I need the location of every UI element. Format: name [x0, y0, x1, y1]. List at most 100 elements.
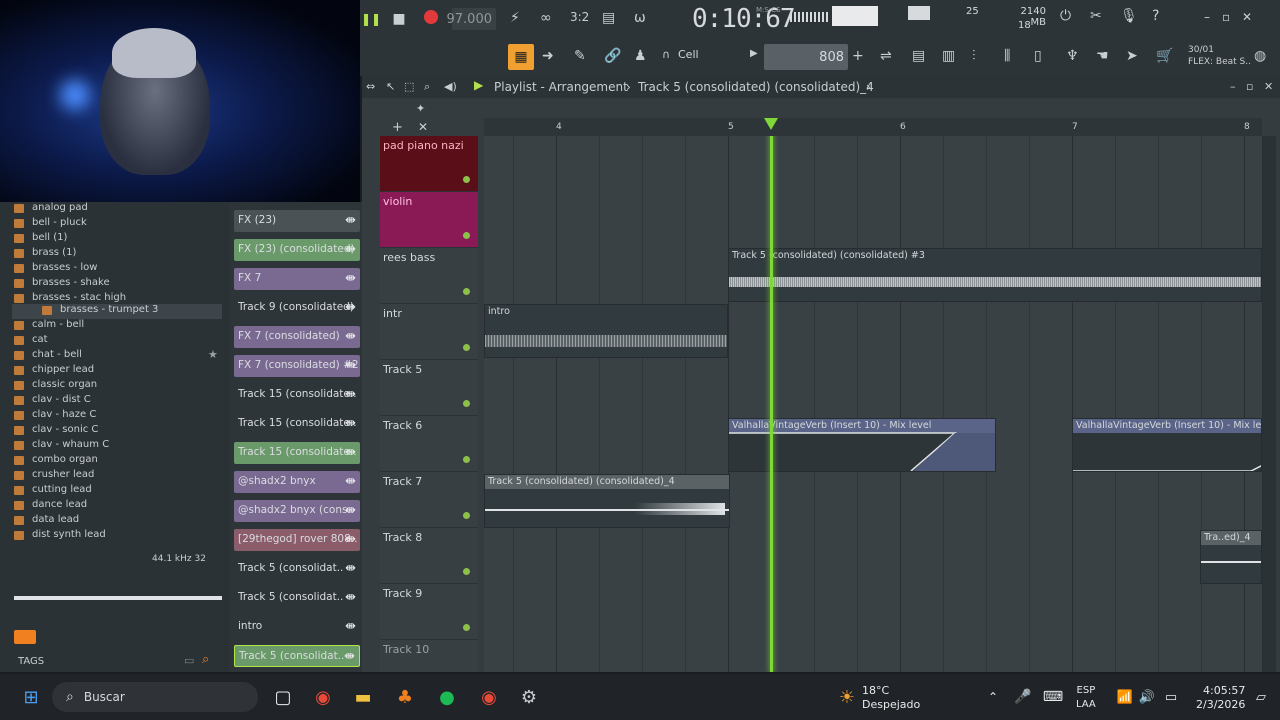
browser-item[interactable]: bell (1) — [14, 232, 67, 247]
file-icon[interactable]: ▯ — [1034, 48, 1042, 64]
star-icon[interactable]: ★ — [208, 348, 218, 361]
browser-item[interactable]: combo organ — [14, 454, 98, 469]
channel-button[interactable]: @shadx2 bnyx ⇼ — [234, 471, 360, 493]
channel-options-icon[interactable]: ⇼ — [345, 503, 356, 518]
track-enable-led[interactable] — [463, 456, 470, 463]
chrome-icon[interactable]: ◉ — [308, 682, 338, 712]
fl-studio-icon[interactable]: ♣ — [390, 682, 420, 712]
channel-options-icon[interactable]: ⇼ — [345, 387, 356, 402]
send-icon[interactable]: ➤ — [1126, 48, 1138, 64]
app-icon[interactable]: ⚙ — [514, 682, 544, 712]
chrome-profile-icon[interactable]: ◉ — [474, 682, 504, 712]
magnet-icon[interactable]: ∩ — [662, 48, 670, 61]
tools-icon[interactable]: ✂ — [1090, 8, 1102, 24]
restore-icon[interactable]: ▫ — [1222, 10, 1230, 24]
automation-clip[interactable]: ValhallaVintageVerb (Insert 10) - Mix le… — [1072, 418, 1262, 472]
channel-options-icon[interactable]: ⇼ — [345, 474, 356, 489]
browser-item[interactable]: calm - bell — [14, 319, 84, 334]
browser-item[interactable]: classic organ — [14, 379, 97, 394]
track-header[interactable]: violin — [380, 192, 478, 248]
browser-item[interactable]: clav - whaum C — [14, 439, 109, 454]
channel-button[interactable]: FX 7 (consolidated) #2 ⇼ — [234, 355, 360, 377]
help-icon[interactable]: ? — [1152, 8, 1159, 24]
add-pattern-icon[interactable]: + — [852, 48, 864, 64]
channel-options-icon[interactable]: ⇼ — [345, 561, 356, 576]
audio-clip[interactable]: Tra..ed)_4 — [1200, 530, 1262, 584]
channel-button[interactable]: @shadx2 bnyx (cons.. ⇼ — [234, 500, 360, 522]
browser-item[interactable]: brasses - low — [14, 262, 97, 277]
news-panel[interactable]: 30/01 FLEX: Beat S.. — [1188, 44, 1251, 68]
channel-button[interactable]: Track 5 (consolidat.. ⇼ — [234, 645, 360, 667]
preview-play-button[interactable] — [14, 630, 36, 644]
browser-item[interactable]: clav - sonic C — [14, 424, 98, 439]
stop-button[interactable]: ■ — [390, 10, 408, 28]
weather-widget[interactable]: 18°C Despejado — [862, 684, 920, 712]
channel-options-icon[interactable]: ⇼ — [345, 271, 356, 286]
speaker-icon[interactable]: ◀) — [444, 80, 457, 93]
browser-item-selected[interactable]: brasses - trumpet 3 — [12, 304, 222, 319]
channel-options-icon[interactable]: ⇼ — [345, 590, 356, 605]
power-icon[interactable]: ⏻ — [1060, 8, 1071, 24]
channel-button[interactable]: FX 7 ⇼ — [234, 268, 360, 290]
select-icon[interactable]: ⬚ — [404, 80, 414, 93]
record-button[interactable] — [424, 10, 438, 24]
track-enable-led[interactable] — [463, 176, 470, 183]
playlist-icon[interactable]: ▦ — [508, 44, 534, 70]
minimize-icon[interactable]: – — [1230, 80, 1236, 93]
browser-item[interactable]: cat — [14, 334, 48, 349]
browser-icon[interactable]: ⫼ — [1004, 48, 1010, 64]
track-enable-led[interactable] — [463, 512, 470, 519]
track-enable-led[interactable] — [463, 232, 470, 239]
timeline-ruler[interactable]: 4 5 6 7 8 — [484, 118, 1262, 136]
audio-clip[interactable]: intro — [484, 304, 728, 358]
microphone-icon[interactable]: 🎙 — [1120, 8, 1138, 24]
track-header[interactable]: Track 5 — [380, 360, 478, 416]
search-icon[interactable]: ⌕ — [202, 652, 209, 667]
channel-options-icon[interactable]: ⇼ — [345, 416, 356, 431]
browser-item[interactable]: dist synth lead — [14, 529, 106, 544]
keyboard-icon[interactable]: ⌨ — [1038, 682, 1068, 712]
language-indicator[interactable]: ESP LAA — [1076, 684, 1096, 712]
browser-item[interactable]: dance lead — [14, 499, 87, 514]
automation-clip[interactable]: ValhallaVintageVerb (Insert 10) - Mix le… — [728, 418, 996, 472]
weather-icon[interactable]: ☀ — [832, 682, 862, 712]
play-pattern-icon[interactable]: ▶ — [474, 78, 483, 92]
track-enable-led[interactable] — [463, 624, 470, 631]
stamp-icon[interactable]: ♟ — [634, 48, 647, 64]
channel-options-icon[interactable]: ⇼ — [345, 532, 356, 547]
countdown-icon[interactable]: 3:2 — [570, 10, 589, 24]
channel-options-icon[interactable]: ⇼ — [345, 213, 356, 228]
browser-item[interactable]: chat - bell — [14, 349, 82, 364]
clear-icon[interactable]: ✕ — [418, 120, 428, 134]
file-explorer-icon[interactable]: ▬ — [348, 682, 378, 712]
track-header[interactable]: rees bass — [380, 248, 478, 304]
brush-icon[interactable]: ✎ — [574, 48, 586, 64]
plugin-icon[interactable]: ♆ — [1066, 48, 1079, 64]
channel-button[interactable]: FX (23) (consolidated) ⇼ — [234, 239, 360, 261]
channel-options-icon[interactable]: ⇼ — [345, 619, 356, 634]
channel-options-icon[interactable]: ⇼ — [345, 329, 356, 344]
browser-item[interactable]: brasses - shake — [14, 277, 110, 292]
pattern-select[interactable]: 808 — [764, 44, 848, 70]
track-header[interactable]: Track 9 — [380, 584, 478, 640]
channel-button[interactable]: Track 9 (consolidated) ⇼ — [234, 297, 360, 319]
step-edit-icon[interactable]: ▤ — [602, 10, 615, 26]
channel-button[interactable]: Track 15 (consolidate.. ⇼ — [234, 384, 360, 406]
track-enable-led[interactable] — [463, 288, 470, 295]
shop-icon[interactable]: 🛒 — [1156, 48, 1173, 64]
channel-button[interactable]: FX 7 (consolidated) ⇼ — [234, 326, 360, 348]
browser-item[interactable]: cutting lead — [14, 484, 92, 499]
audio-clip[interactable]: Track 5 (consolidated) (consolidated)_4 — [484, 474, 730, 528]
task-view-icon[interactable]: ▢ — [268, 682, 298, 712]
minimize-icon[interactable]: – — [1204, 10, 1210, 24]
play-button[interactable]: ❚❚ — [361, 10, 381, 28]
tempo-display[interactable]: 97.000 — [447, 8, 496, 30]
add-track-icon[interactable]: + — [392, 120, 403, 135]
track-header[interactable]: pad piano nazi — [380, 136, 478, 192]
vertical-scrollbar[interactable] — [1262, 136, 1276, 672]
close-icon[interactable]: ✕ — [1242, 10, 1252, 24]
wait-input-icon[interactable]: ∞ — [540, 10, 552, 26]
arrow-right-icon[interactable]: ➜ — [542, 48, 554, 64]
channel-button[interactable]: intro ⇼ — [234, 616, 360, 638]
loop-record-icon[interactable]: ω — [634, 10, 646, 26]
